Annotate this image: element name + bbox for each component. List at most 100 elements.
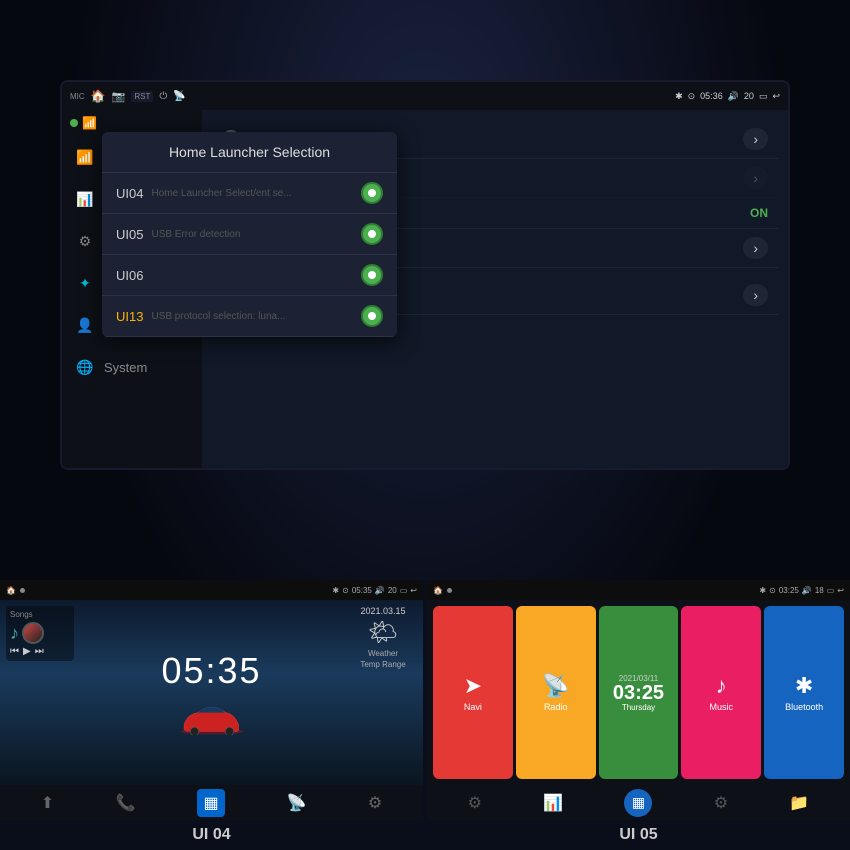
- ui04-home-icon: 🏠: [6, 586, 16, 595]
- ui05-back-icon: ↩: [837, 586, 844, 595]
- ui04-screen: 🏠 ✱ ⊙ 05:35 🔊 20 ▭ ↩ Songs: [0, 580, 423, 820]
- mcu-chevron-btn[interactable]: ›: [743, 128, 768, 150]
- ui04-music-note-icon: ♪: [10, 623, 19, 644]
- ui05-status-right: ✱ ⊙ 03:25 🔊 18 ▭ ↩: [759, 586, 844, 595]
- ui05-vol-icon: 🔊: [802, 586, 812, 595]
- ui04-toggle[interactable]: [361, 182, 383, 204]
- sidebar-item-system[interactable]: 🌐 System: [62, 346, 202, 388]
- ui05-bt-icon: ✱: [759, 586, 766, 595]
- dropdown-item-ui13[interactable]: UI13 USB protocol selection: luna...: [102, 296, 397, 337]
- music-icon: ♪: [716, 673, 727, 699]
- dropdown-item-ui04[interactable]: UI04 Home Launcher Select/ent se...: [102, 173, 397, 214]
- ui05-app-grid: ➤ Navi 📡 Radio 2021/03/11 03:25 Thursday: [427, 600, 850, 785]
- device-icon: 📊: [74, 188, 96, 210]
- wifi-signal-icon: 📶: [82, 116, 97, 130]
- ui04-weather-icon: 🌤: [368, 618, 398, 647]
- ui06-toggle[interactable]: [361, 264, 383, 286]
- screens-row: 🏠 ✱ ⊙ 05:35 🔊 20 ▭ ↩ Songs: [0, 580, 850, 820]
- ui04-center-panel: 05:35: [80, 600, 343, 785]
- ui13-toggle[interactable]: [361, 305, 383, 327]
- ui04-dot: [20, 588, 25, 593]
- bluetooth-status-icon: ✱: [675, 91, 683, 102]
- user-icon: 👤: [74, 314, 96, 336]
- camera-icon: 📷: [112, 90, 126, 103]
- ui05-nav-folder-icon[interactable]: 📁: [789, 793, 809, 813]
- power-icon: ⏻: [159, 91, 167, 102]
- general-icon: ⚙: [74, 230, 96, 252]
- ui04-status-bar: 🏠 ✱ ⊙ 05:35 🔊 20 ▭ ↩: [0, 580, 423, 600]
- ui04-prev-icon[interactable]: ⏮: [10, 646, 19, 657]
- status-time: 05:36: [700, 91, 723, 101]
- ui04-next-icon[interactable]: ⏭: [35, 646, 44, 657]
- ui04-nav-navigate-icon[interactable]: ⬆: [41, 793, 54, 813]
- navi-label: Navi: [464, 702, 482, 712]
- clock-time-display: 03:25: [613, 683, 664, 703]
- ui04-date: 2021.03.15: [360, 606, 405, 616]
- ui04-nav-phone-icon[interactable]: 📞: [116, 793, 136, 813]
- ui04-back-icon: ↩: [410, 586, 417, 595]
- ui04-label: UI 04: [0, 820, 423, 850]
- ui04-songs-label: Songs: [10, 610, 70, 619]
- dropdown-item-ui05[interactable]: UI05 USB Error detection: [102, 214, 397, 255]
- ui05-toggle[interactable]: [361, 223, 383, 245]
- ui05-nav-settings-icon[interactable]: ⚙: [468, 793, 482, 813]
- ui04-nav-home-icon[interactable]: ▦: [197, 789, 225, 817]
- ui04-music-widget: Songs ♪ ⏮ ▶ ⏭: [6, 606, 74, 661]
- factory-icon: ✦: [74, 272, 96, 294]
- system-icon: 🌐: [74, 356, 96, 378]
- ui05-option-label: UI05: [116, 227, 143, 242]
- ui05-batt-icon: ▭: [827, 586, 835, 595]
- ui05-status-left: 🏠: [433, 586, 452, 595]
- ui04-time: 05:35: [352, 586, 372, 595]
- ui04-option-label: UI04: [116, 186, 143, 201]
- ui05-vol-level: 18: [815, 586, 824, 595]
- ui13-option-label: UI13: [116, 309, 143, 324]
- ui04-nav-antenna-icon[interactable]: 📡: [286, 793, 306, 813]
- usb-proto-chevron[interactable]: ›: [743, 237, 768, 259]
- music-label: Music: [710, 702, 734, 712]
- ui05-sub: USB Error detection: [143, 229, 361, 240]
- ui05-status-bar: 🏠 ✱ ⊙ 03:25 🔊 18 ▭ ↩: [427, 580, 850, 600]
- home-launcher-dropdown: Home Launcher Selection UI04 Home Launch…: [102, 132, 397, 337]
- dropdown-item-ui06[interactable]: UI06: [102, 255, 397, 296]
- ui05-screen: 🏠 ✱ ⊙ 03:25 🔊 18 ▭ ↩ ➤: [427, 580, 850, 820]
- hidden1-chevron[interactable]: ›: [743, 167, 768, 189]
- volume-level: 20: [744, 91, 754, 101]
- ui05-nav-bar: ⚙ 📊 ▦ ⚙ 📁: [427, 785, 850, 820]
- radio-label: Radio: [544, 702, 568, 712]
- bottom-container: 🏠 ✱ ⊙ 05:35 🔊 20 ▭ ↩ Songs: [0, 580, 850, 850]
- home-icon: 🏠: [91, 89, 106, 103]
- ui04-music-controls: ⏮ ▶ ⏭: [10, 646, 70, 657]
- ui04-play-icon[interactable]: ▶: [23, 646, 31, 657]
- ui04-left-panel: Songs ♪ ⏮ ▶ ⏭: [0, 600, 80, 785]
- navi-icon: ➤: [464, 673, 482, 699]
- ui04-vinyl-icon: [22, 622, 44, 644]
- ui05-nav-gear-icon[interactable]: ⚙: [714, 793, 728, 813]
- main-status-bar: MIC 🏠 📷 RST ⏻ 📡 ✱ ⊙ 05:36 🔊 20 ▭ ↩: [62, 82, 788, 110]
- navi-tile[interactable]: ➤ Navi: [433, 606, 513, 779]
- ui04-status-left: 🏠: [6, 586, 25, 595]
- ui04-status-right: ✱ ⊙ 05:35 🔊 20 ▭ ↩: [332, 586, 417, 595]
- music-tile[interactable]: ♪ Music: [681, 606, 761, 779]
- bluetooth-icon: ✱: [795, 673, 813, 699]
- ui04-batt-icon: ▭: [400, 586, 408, 595]
- ui04-wifi-icon: ⊙: [342, 586, 349, 595]
- clock-day: Thursday: [622, 703, 655, 712]
- ui05-time: 03:25: [779, 586, 799, 595]
- sidebar-system-label: System: [104, 360, 147, 375]
- ui04-time-display: 05:35: [161, 650, 261, 692]
- ui04-sub: Home Launcher Select/ent se...: [143, 188, 361, 199]
- ui05-nav-home-active[interactable]: ▦: [624, 789, 652, 817]
- ui04-nav-settings-icon[interactable]: ⚙: [368, 793, 382, 813]
- radio-icon: 📡: [542, 673, 569, 699]
- ui05-wifi-icon: ⊙: [769, 586, 776, 595]
- ui04-weather-label: Weather: [368, 649, 398, 658]
- clock-tile: 2021/03/11 03:25 Thursday: [599, 606, 679, 779]
- bluetooth-tile[interactable]: ✱ Bluetooth: [764, 606, 844, 779]
- back-icon[interactable]: ↩: [772, 91, 780, 102]
- ui04-main-content: Songs ♪ ⏮ ▶ ⏭ 05:35: [0, 600, 423, 785]
- radio-tile[interactable]: 📡 Radio: [516, 606, 596, 779]
- ui04-temp-range: Temp Range: [360, 660, 405, 669]
- ui05-nav-chart-icon[interactable]: 📊: [543, 793, 563, 813]
- export-chevron[interactable]: ›: [743, 284, 768, 306]
